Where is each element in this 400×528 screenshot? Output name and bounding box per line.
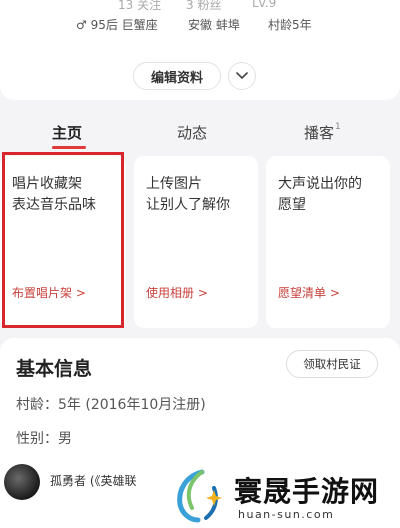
watermark-site-url: huan-sun.com [238,508,335,521]
tab-home[interactable]: 主页 [52,122,82,143]
wishlist-subtitle: 愿望 [278,197,306,213]
gender-info: 性别：男 [16,431,72,447]
album-cover [4,464,40,500]
tab-active-indicator [52,146,86,149]
basic-info-title: 基本信息 [16,358,93,380]
wishlist-card[interactable]: 大声说出你的 愿望 愿望清单 > [266,156,390,328]
tab-podcast[interactable]: 播客1 [304,122,341,143]
photo-album-title: 上传图片 [146,176,202,192]
photo-album-subtitle: 让别人了解你 [146,197,230,213]
song-title: 孤勇者 (《英雄联 [50,474,137,488]
village-age-info: 村龄：5年 (2016年10月注册) [16,397,206,413]
site-logo-icon [177,469,222,523]
wishlist-link[interactable]: 愿望清单 > [278,284,340,301]
more-options-button[interactable] [228,62,256,90]
photo-album-text: 上传图片 让别人了解你 [146,174,230,216]
wishlist-text: 大声说出你的 愿望 [278,174,362,216]
watermark-site-name: 寰晟手游网 [234,475,380,508]
profile-actions: 编辑资料 [0,0,400,100]
chevron-down-icon [236,72,248,80]
profile-header-card: 13 关注 3 粉丝 Lv.9 ♂ 95后 巨蟹座 安徽 蚌埠 村龄5年 编辑资… [0,0,400,100]
profile-tabs: 主页 动态 播客1 [0,118,400,154]
claim-villager-id-button[interactable]: 领取村民证 [286,350,378,378]
site-watermark: 寰晟手游网 huan-sun.com [160,464,400,528]
highlight-frame [2,152,124,328]
edit-profile-button[interactable]: 编辑资料 [133,62,221,90]
photo-album-card[interactable]: 上传图片 让别人了解你 使用相册 > [134,156,258,328]
use-album-link[interactable]: 使用相册 > [146,284,208,301]
tab-activity[interactable]: 动态 [177,122,207,143]
wishlist-title: 大声说出你的 [278,176,362,192]
podcast-count-badge: 1 [335,122,341,132]
tab-podcast-label: 播客 [304,124,335,142]
